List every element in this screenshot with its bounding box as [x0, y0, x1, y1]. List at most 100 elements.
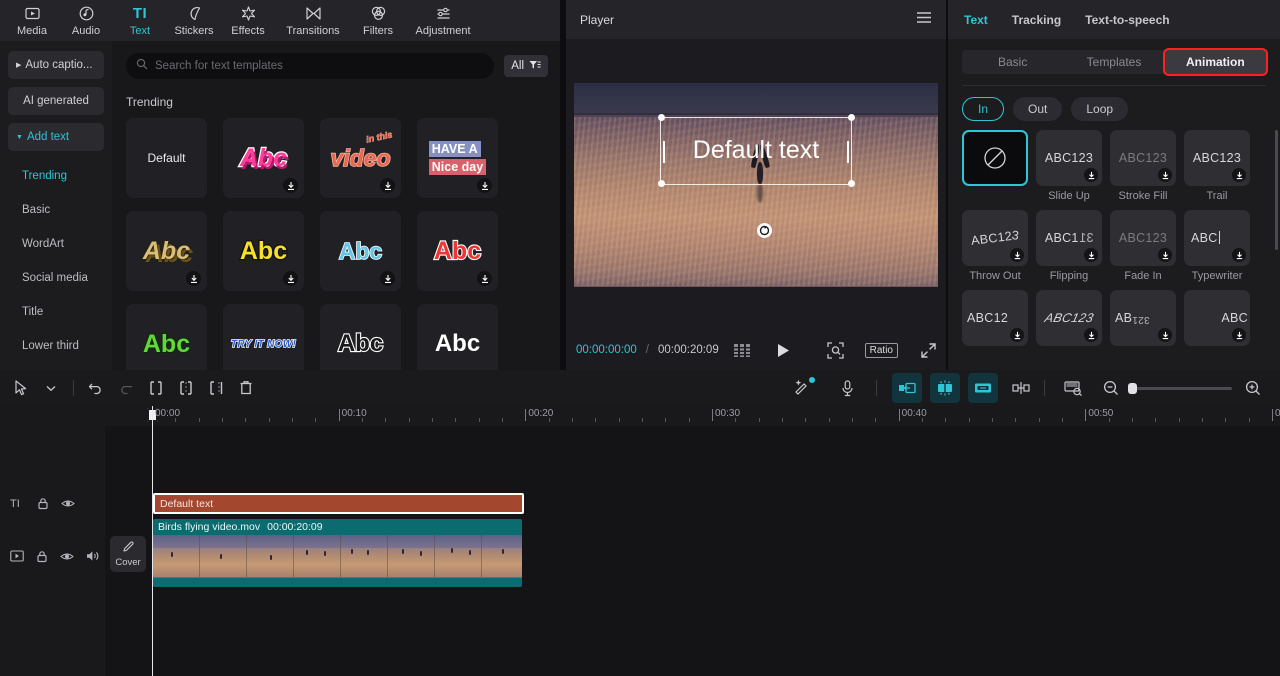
download-icon[interactable] — [283, 271, 298, 286]
microphone-icon[interactable] — [832, 373, 862, 403]
sidebar-item-trending[interactable]: Trending — [0, 159, 112, 193]
module-tab-media[interactable]: Media — [6, 0, 58, 41]
animation-scrollbar[interactable] — [1275, 130, 1278, 250]
tab-text-to-speech[interactable]: Text-to-speech — [1085, 13, 1169, 27]
download-icon[interactable] — [477, 271, 492, 286]
quality-icon[interactable] — [734, 344, 752, 357]
template-card[interactable]: Abc — [417, 211, 498, 291]
play-icon[interactable] — [777, 343, 790, 358]
animation-preset-stroke-fill[interactable]: ABC123 — [1110, 130, 1176, 186]
timeline-clip-video[interactable]: Birds flying video.mov 00:00:20:09 — [153, 519, 522, 587]
resize-handle-top-left[interactable] — [658, 114, 665, 121]
animation-preset-row3-1[interactable]: ABC12 — [962, 290, 1028, 346]
sidebar-button-add-text[interactable]: ▼ Add text — [8, 123, 104, 151]
pill-loop[interactable]: Loop — [1071, 97, 1128, 121]
template-card[interactable]: video in this — [320, 118, 401, 198]
template-card[interactable]: Abc — [320, 211, 401, 291]
segment-animation[interactable]: Animation — [1165, 50, 1266, 74]
text-overlay-selection[interactable]: Default text — [660, 117, 852, 185]
download-icon[interactable] — [1084, 248, 1098, 262]
split-icon[interactable] — [171, 373, 201, 403]
download-icon[interactable] — [477, 178, 492, 193]
fullscreen-icon[interactable] — [921, 343, 936, 358]
timeline-clip-text[interactable]: Default text — [153, 493, 524, 514]
crop-left-icon[interactable] — [892, 373, 922, 403]
chevron-down-icon[interactable] — [36, 373, 66, 403]
download-icon[interactable] — [283, 178, 298, 193]
cursor-icon[interactable] — [6, 373, 36, 403]
speaker-icon[interactable] — [86, 550, 100, 562]
animation-preset-slide-up[interactable]: ABC123 — [1036, 130, 1102, 186]
lock-icon[interactable] — [37, 497, 49, 510]
download-icon[interactable] — [380, 271, 395, 286]
crop-center-icon[interactable] — [930, 373, 960, 403]
template-card[interactable]: Abc — [223, 211, 304, 291]
animation-preset-none[interactable] — [962, 130, 1028, 186]
download-icon[interactable] — [380, 178, 395, 193]
template-card[interactable]: Abc — [126, 304, 207, 370]
resize-handle-bottom-right[interactable] — [848, 180, 855, 187]
split-left-icon[interactable] — [141, 373, 171, 403]
timeline-ruler[interactable]: 00:0000:1000:2000:3000:4000:5001:00 — [0, 406, 1280, 426]
split-right-icon[interactable] — [201, 373, 231, 403]
snapshot-icon[interactable] — [827, 342, 844, 359]
trash-icon[interactable] — [231, 373, 261, 403]
animation-preset-throw-out[interactable]: ABC123 — [962, 210, 1028, 266]
magic-wand-icon[interactable] — [788, 373, 818, 403]
download-icon[interactable] — [1084, 328, 1098, 342]
template-card[interactable]: Abc — [126, 211, 207, 291]
download-icon[interactable] — [1232, 168, 1246, 182]
zoom-in-icon[interactable] — [1238, 373, 1268, 403]
rotate-handle-icon[interactable] — [757, 223, 772, 238]
download-icon[interactable] — [186, 271, 201, 286]
pill-out[interactable]: Out — [1013, 97, 1062, 121]
animation-preset-row3-2[interactable]: ABC123 — [1036, 290, 1102, 346]
download-icon[interactable] — [1232, 248, 1246, 262]
sidebar-button-ai-generated[interactable]: AI generated — [8, 87, 104, 115]
module-tab-audio[interactable]: Audio — [60, 0, 112, 41]
sidebar-item-lower-third[interactable]: Lower third — [0, 329, 112, 363]
sidebar-item-basic[interactable]: Basic — [0, 193, 112, 227]
download-icon[interactable] — [1158, 168, 1172, 182]
module-tab-transitions[interactable]: Transitions — [276, 0, 350, 41]
download-icon[interactable] — [1010, 248, 1024, 262]
timeline-zoom-slider[interactable] — [1132, 387, 1232, 390]
ratio-button[interactable]: Ratio — [865, 343, 898, 358]
module-tab-filters[interactable]: Filters — [352, 0, 404, 41]
sidebar-button-auto-caption[interactable]: ▶ Auto captio... — [8, 51, 104, 79]
hamburger-menu-icon[interactable] — [916, 11, 932, 29]
download-icon[interactable] — [1158, 328, 1172, 342]
module-tab-stickers[interactable]: Stickers — [168, 0, 220, 41]
animation-preset-row3-4[interactable]: ABC — [1184, 290, 1250, 346]
segment-basic[interactable]: Basic — [962, 50, 1063, 74]
animation-preset-flipping[interactable]: ABC131 — [1036, 210, 1102, 266]
sidebar-item-social-media[interactable]: Social media — [0, 261, 112, 295]
search-box[interactable] — [126, 53, 494, 79]
tab-text[interactable]: Text — [964, 13, 988, 27]
eye-icon[interactable] — [60, 551, 74, 562]
template-card[interactable]: Abc — [320, 304, 401, 370]
zoom-slider-knob[interactable] — [1128, 383, 1137, 394]
module-tab-text[interactable]: TI Text — [114, 0, 166, 41]
template-card[interactable]: Default — [126, 118, 207, 198]
template-card[interactable]: Abc — [223, 118, 304, 198]
download-icon[interactable] — [1158, 248, 1172, 262]
animation-preset-row3-3[interactable]: AB321 — [1110, 290, 1176, 346]
template-card[interactable]: Abc — [417, 304, 498, 370]
filter-all-button[interactable]: All — [504, 55, 548, 77]
download-icon[interactable] — [1010, 328, 1024, 342]
render-preview-icon[interactable] — [1058, 373, 1088, 403]
module-tab-adjustment[interactable]: Adjustment — [406, 0, 480, 41]
redo-icon[interactable] — [111, 373, 141, 403]
marker-icon[interactable] — [1006, 373, 1036, 403]
resize-handle-bottom-left[interactable] — [658, 180, 665, 187]
resize-handle-top-right[interactable] — [848, 114, 855, 121]
zoom-out-icon[interactable] — [1096, 373, 1126, 403]
template-card[interactable]: TRY IT NOW! — [223, 304, 304, 370]
animation-preset-typewriter[interactable]: ABC — [1184, 210, 1250, 266]
sidebar-item-title[interactable]: Title — [0, 295, 112, 329]
lock-icon[interactable] — [36, 550, 48, 563]
crop-right-icon[interactable] — [968, 373, 998, 403]
module-tab-effects[interactable]: Effects — [222, 0, 274, 41]
download-icon[interactable] — [1084, 168, 1098, 182]
